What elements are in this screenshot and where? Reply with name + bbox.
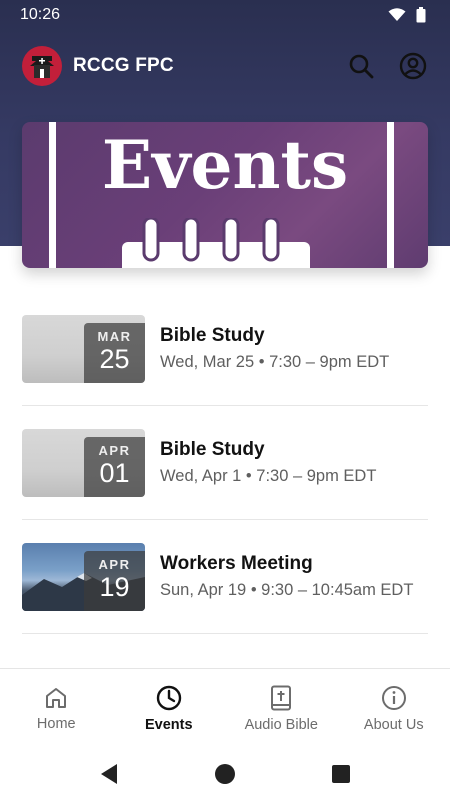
app-bar: RCCG FPC xyxy=(0,44,450,88)
nav-home[interactable]: Home xyxy=(0,669,113,748)
date-badge: MAR 25 xyxy=(84,322,145,383)
church-logo xyxy=(22,46,62,86)
nav-home-label: Home xyxy=(36,715,76,732)
clock-icon xyxy=(156,685,181,710)
event-thumbnail: APR 19 xyxy=(22,542,145,611)
event-list-item[interactable]: APR 19 Workers Meeting Sun, Apr 19 • 9:3… xyxy=(22,520,428,634)
status-bar: 10:26 xyxy=(0,0,450,30)
date-badge-day: 25 xyxy=(99,343,130,374)
status-icons xyxy=(388,7,426,23)
search-button[interactable] xyxy=(346,51,376,81)
calendar-icon xyxy=(122,218,310,268)
home-circle-icon[interactable] xyxy=(214,763,236,785)
info-icon xyxy=(381,685,406,710)
app-title: RCCG FPC xyxy=(73,55,174,76)
event-thumbnail: APR 01 xyxy=(22,428,145,497)
status-time: 10:26 xyxy=(20,6,61,23)
nav-audio-bible-label: Audio Bible xyxy=(244,716,318,733)
home-icon xyxy=(46,687,67,708)
bottom-navigation: Home Events Audio Bible About Us xyxy=(0,668,450,748)
event-title: Bible Study xyxy=(160,439,265,460)
search-icon xyxy=(349,54,374,79)
account-icon xyxy=(399,52,427,80)
date-badge-month: APR xyxy=(98,556,131,572)
event-datetime: Wed, Apr 1 • 7:30 – 9pm EDT xyxy=(160,467,377,485)
system-navigation-bar xyxy=(0,748,450,800)
event-list-item[interactable]: MAR 25 Bible Study Wed, Mar 25 • 7:30 – … xyxy=(22,292,428,406)
date-badge-day: 19 xyxy=(99,571,130,602)
nav-events[interactable]: Events xyxy=(113,669,226,748)
battery-icon xyxy=(416,7,426,23)
church-icon xyxy=(30,56,54,78)
date-badge: APR 01 xyxy=(84,436,145,497)
nav-about-us-label: About Us xyxy=(363,716,424,733)
event-thumbnail: MAR 25 xyxy=(22,314,145,383)
date-badge-month: APR xyxy=(98,442,131,458)
nav-about-us[interactable]: About Us xyxy=(338,669,450,748)
wifi-icon xyxy=(388,8,406,21)
event-list-item[interactable]: APR 01 Bible Study Wed, Apr 1 • 7:30 – 9… xyxy=(22,406,428,520)
hero-title: Events xyxy=(101,126,349,204)
date-badge-day: 01 xyxy=(99,457,130,488)
event-datetime: Wed, Mar 25 • 7:30 – 9pm EDT xyxy=(160,353,390,371)
event-datetime: Sun, Apr 19 • 9:30 – 10:45am EDT xyxy=(160,581,414,599)
nav-events-label: Events xyxy=(144,716,193,733)
date-badge-month: MAR xyxy=(97,328,132,344)
recents-square-icon[interactable] xyxy=(331,764,351,784)
date-badge: APR 19 xyxy=(84,550,145,611)
bible-icon xyxy=(271,685,292,710)
event-title: Workers Meeting xyxy=(160,553,313,574)
account-button[interactable] xyxy=(398,51,428,81)
back-icon[interactable] xyxy=(99,763,119,785)
event-title: Bible Study xyxy=(160,325,265,346)
nav-audio-bible[interactable]: Audio Bible xyxy=(225,669,338,748)
